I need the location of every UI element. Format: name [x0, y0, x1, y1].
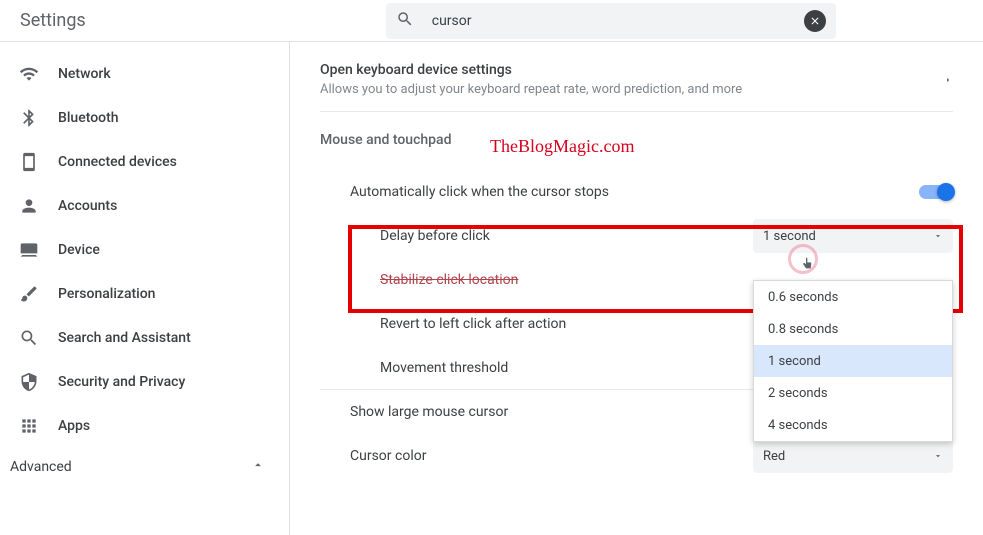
autoclick-toggle[interactable] [919, 185, 953, 199]
sidebar-item-network[interactable]: Network [0, 52, 289, 96]
sidebar: Network Bluetooth Connected devices Acco… [0, 42, 290, 535]
sidebar-item-search-assistant[interactable]: Search and Assistant [0, 316, 289, 360]
search-box[interactable] [386, 3, 836, 39]
search-icon [396, 10, 414, 32]
sidebar-item-label: Connected devices [58, 154, 177, 170]
phone-icon [18, 152, 40, 172]
sidebar-item-label: Network [58, 66, 111, 82]
sidebar-item-label: Apps [58, 418, 90, 434]
threshold-label: Movement threshold [380, 360, 508, 376]
delay-option-selected[interactable]: 1 second [754, 345, 952, 377]
chevron-up-icon [251, 458, 265, 476]
laptop-icon [18, 240, 40, 260]
delay-dropdown[interactable]: 1 second [753, 219, 953, 253]
delay-option[interactable]: 2 seconds [754, 377, 952, 409]
chevron-right-icon [943, 70, 953, 89]
revert-label: Revert to left click after action [380, 316, 566, 332]
cursor-color-dropdown[interactable]: Red [753, 439, 953, 473]
delay-dropdown-menu: 0.6 seconds 0.8 seconds 1 second 2 secon… [753, 280, 953, 442]
advanced-label: Advanced [10, 459, 72, 475]
delay-value: 1 second [763, 229, 816, 244]
header: Settings [0, 0, 983, 42]
sidebar-item-label: Device [58, 242, 100, 258]
sidebar-advanced-toggle[interactable]: Advanced [0, 448, 289, 486]
brush-icon [18, 284, 40, 304]
page-title: Settings [12, 10, 86, 31]
sidebar-item-personalization[interactable]: Personalization [0, 272, 289, 316]
large-cursor-label: Show large mouse cursor [350, 404, 508, 420]
delay-option[interactable]: 0.8 seconds [754, 313, 952, 345]
keyboard-settings-row[interactable]: Open keyboard device settings Allows you… [320, 62, 953, 112]
sidebar-item-label: Bluetooth [58, 110, 119, 126]
autoclick-label: Automatically click when the cursor stop… [350, 184, 609, 200]
keyboard-settings-desc: Allows you to adjust your keyboard repea… [320, 82, 742, 97]
search-input[interactable] [432, 13, 804, 29]
stabilize-label: Stabilize click location [380, 272, 518, 288]
section-mouse-touchpad: Mouse and touchpad [320, 132, 953, 148]
wifi-icon [18, 64, 40, 84]
sidebar-item-connected-devices[interactable]: Connected devices [0, 140, 289, 184]
cursor-color-value: Red [763, 449, 785, 464]
delay-option[interactable]: 0.6 seconds [754, 281, 952, 313]
sidebar-item-security-privacy[interactable]: Security and Privacy [0, 360, 289, 404]
magnify-icon [18, 328, 40, 348]
shield-icon [18, 372, 40, 392]
bluetooth-icon [18, 108, 40, 128]
sidebar-item-label: Accounts [58, 198, 117, 214]
person-icon [18, 196, 40, 216]
delay-option[interactable]: 4 seconds [754, 409, 952, 441]
delay-label: Delay before click [380, 228, 490, 244]
apps-icon [18, 416, 40, 436]
sidebar-item-bluetooth[interactable]: Bluetooth [0, 96, 289, 140]
sidebar-item-device[interactable]: Device [0, 228, 289, 272]
autoclick-row: Automatically click when the cursor stop… [320, 170, 953, 214]
sidebar-item-apps[interactable]: Apps [0, 404, 289, 448]
sidebar-item-label: Search and Assistant [58, 330, 191, 346]
keyboard-settings-title: Open keyboard device settings [320, 62, 742, 78]
main-panel: Open keyboard device settings Allows you… [290, 42, 983, 535]
clear-search-icon[interactable] [804, 10, 826, 32]
chevron-down-icon [933, 451, 943, 461]
sidebar-item-label: Security and Privacy [58, 374, 185, 390]
sidebar-item-label: Personalization [58, 286, 155, 302]
chevron-down-icon [933, 231, 943, 241]
sidebar-item-accounts[interactable]: Accounts [0, 184, 289, 228]
cursor-color-label: Cursor color [350, 448, 426, 464]
delay-row: Delay before click 1 second [320, 214, 953, 258]
